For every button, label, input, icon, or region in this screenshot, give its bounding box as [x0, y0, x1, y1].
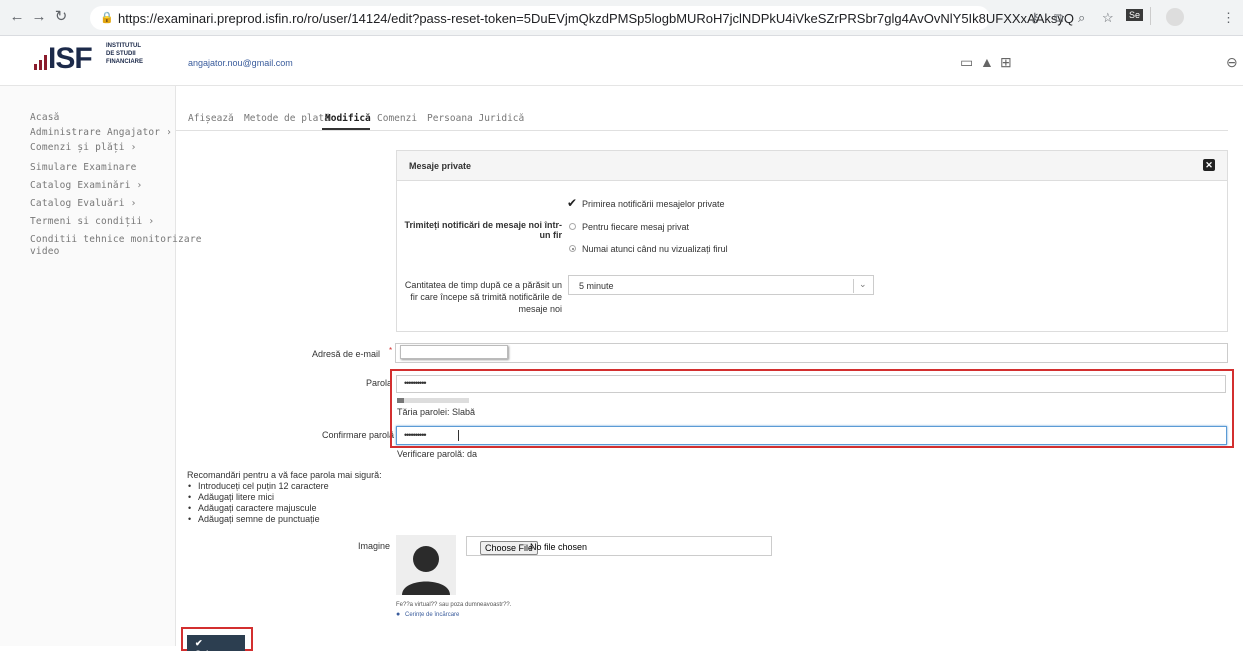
- upload-requirements-link[interactable]: Cerințe de încărcare: [405, 612, 459, 618]
- email-label: Adresă de e-mail: [312, 349, 381, 359]
- recommendation-item: Introduceți cel puțin 12 caractere: [198, 481, 329, 491]
- sidebar-item-home[interactable]: Acasă: [30, 112, 60, 123]
- recommendations-title: Recomandări pentru a vă face parola mai …: [187, 470, 382, 480]
- chevron-down-icon: ⌄: [859, 279, 867, 289]
- info-circle-icon: ●: [396, 611, 401, 618]
- tab-view[interactable]: Afișează: [188, 113, 234, 124]
- translate-icon[interactable]: ⧉: [1054, 10, 1063, 26]
- app-header: [0, 36, 1243, 86]
- notify-thread-label: Trimiteți notificări de mesaje noi într-…: [400, 220, 562, 240]
- confirm-password-label: Confirmare parolă: [322, 430, 395, 440]
- save-button-label: Salvare: [195, 649, 228, 659]
- logo-letters: ISF: [48, 42, 93, 75]
- active-tab-underline: [322, 128, 370, 130]
- time-delay-label-line1: Cantitatea de timp după ce a părăsit un: [404, 280, 562, 290]
- sidebar-item-evaluation-catalog[interactable]: Catalog Evaluări ›: [30, 198, 137, 209]
- sidebar-item-terms[interactable]: Termeni si condiții ›: [30, 216, 154, 227]
- panel-header: Mesaje private ✕: [397, 151, 1227, 181]
- cart-icon[interactable]: ⊞: [1000, 54, 1012, 71]
- time-delay-label: Cantitatea de timp după ce a părăsit un …: [398, 279, 562, 315]
- extension-icon[interactable]: Se: [1126, 9, 1144, 21]
- star-icon[interactable]: ☆: [1102, 10, 1114, 26]
- sidebar-item-orders[interactable]: Comenzi și plăți ›: [30, 142, 137, 153]
- tab-divider: [176, 130, 1228, 131]
- sidebar-item-employer-admin[interactable]: Administrare Angajator ›: [30, 127, 172, 138]
- select-divider: [853, 279, 854, 293]
- password-highlight-box: [390, 369, 1234, 448]
- reload-icon[interactable]: ↻: [52, 8, 70, 26]
- logo-line-3: FINANCIARE: [106, 59, 143, 65]
- bell-icon[interactable]: ▲: [980, 54, 994, 70]
- toolbar-divider: [1150, 7, 1151, 25]
- isf-logo[interactable]: ISF INSTITUTUL DE STUDII FINANCIARE: [34, 40, 174, 80]
- no-file-text: No file chosen: [530, 542, 588, 552]
- panel-title: Mesaje private: [409, 161, 472, 171]
- recommendation-item: Adăugați litere mici: [198, 492, 275, 502]
- radio-each-message-label: Pentru fiecare mesaj privat: [582, 222, 690, 232]
- browser-toolbar: ← → ↻ 🔒 https://examinari.preprod.isfin.…: [0, 0, 1243, 36]
- tab-orders[interactable]: Comenzi: [377, 113, 417, 124]
- back-arrow-icon[interactable]: ←: [8, 8, 26, 26]
- checkmark-icon[interactable]: ✔: [567, 196, 577, 210]
- check-icon: ✔: [195, 638, 203, 648]
- notification-checkbox-label: Primirea notificării mesajelor private: [582, 199, 725, 209]
- tab-payment-methods[interactable]: Metode de plată: [244, 113, 330, 124]
- radio-each-message[interactable]: [569, 223, 576, 230]
- reco-bullet-icon: •: [188, 492, 192, 502]
- required-marker: *: [389, 346, 393, 355]
- reco-bullet-icon: •: [188, 514, 192, 524]
- menu-dots-icon[interactable]: ⋮: [1222, 10, 1235, 26]
- forward-arrow-icon[interactable]: →: [30, 8, 48, 26]
- lock-icon[interactable]: 🔒: [100, 11, 114, 24]
- email-input[interactable]: [395, 343, 1228, 363]
- zoom-icon[interactable]: ⌕: [1078, 10, 1085, 26]
- time-delay-label-line2: fir care începe să trimită notificările …: [410, 292, 562, 302]
- close-icon[interactable]: ✕: [1203, 159, 1215, 171]
- avatar-note: Fe??a virtual?? sau poza dumneavoastr??.: [396, 602, 512, 608]
- radio-not-viewing-label: Numai atunci când nu vizualizați firul: [582, 244, 728, 254]
- save-button[interactable]: ✔ Salvare: [187, 635, 245, 659]
- radio-not-viewing[interactable]: [569, 245, 576, 252]
- profile-avatar-icon[interactable]: [1166, 8, 1184, 26]
- notify-thread-label-line2: un fir: [539, 230, 563, 240]
- sidebar-item-technical-conditions[interactable]: Conditii tehnice monitorizare: [30, 234, 202, 245]
- time-delay-value: 5 minute: [579, 281, 614, 291]
- key-icon[interactable]: ⚷: [1030, 10, 1040, 26]
- image-label: Imagine: [358, 541, 391, 551]
- sidebar-item-exam-catalog[interactable]: Catalog Examinări ›: [30, 180, 142, 191]
- sidebar-item-exam-simulation[interactable]: Simulare Examinare: [30, 162, 137, 173]
- sidebar-item-technical-conditions-cont[interactable]: video: [30, 246, 60, 257]
- logo-line-2: DE STUDII: [106, 51, 136, 57]
- logo-line-1: INSTITUTUL: [106, 43, 141, 49]
- tab-edit[interactable]: Modifică: [325, 113, 371, 124]
- time-delay-label-line3: mesaje noi: [518, 304, 562, 314]
- default-user-icon: [402, 546, 450, 595]
- url-text[interactable]: https://examinari.preprod.isfin.ro/ro/us…: [118, 11, 1074, 26]
- tab-legal-entity[interactable]: Persoana Juridică: [427, 113, 524, 124]
- avatar: [396, 535, 456, 595]
- reco-bullet-icon: •: [188, 503, 192, 513]
- calendar-icon[interactable]: ▭: [960, 54, 973, 71]
- password-match-text: Verificare parolă: da: [397, 449, 478, 459]
- recommendation-item: Adăugați caractere majuscule: [198, 503, 317, 513]
- reco-bullet-icon: •: [188, 481, 192, 491]
- recommendation-item: Adăugați semne de punctuație: [198, 514, 320, 524]
- user-icon[interactable]: ⊖: [1226, 54, 1238, 71]
- header-email[interactable]: angajator.nou@gmail.com: [188, 58, 293, 68]
- time-delay-select[interactable]: 5 minute ⌄: [568, 275, 874, 295]
- password-label: Parola: [366, 378, 393, 388]
- notify-thread-label-line1: Trimiteți notificări de mesaje noi într-: [404, 220, 562, 230]
- email-redacted-box: [400, 345, 508, 359]
